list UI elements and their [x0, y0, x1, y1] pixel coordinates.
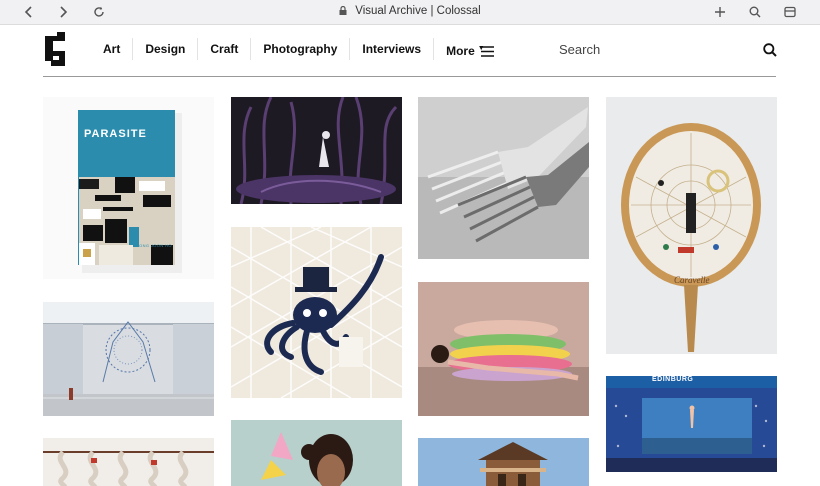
search-input[interactable]: Search	[559, 42, 600, 57]
gallery-image-knot-sculptures[interactable]	[43, 438, 214, 486]
gallery-image-glass-fork[interactable]	[418, 97, 589, 259]
gallery-image-purple-tentacles[interactable]	[231, 97, 402, 204]
browser-toolbar: Visual Archive | Colossal	[0, 0, 820, 25]
nav-design[interactable]: Design	[132, 38, 197, 60]
gallery-image-portrait-party-hat[interactable]	[231, 420, 402, 486]
gallery-image-paper-octopus[interactable]	[231, 227, 402, 398]
page-title: Visual Archive | Colossal	[0, 5, 820, 17]
nav-more-label: More	[446, 44, 475, 58]
nav-craft[interactable]: Craft	[197, 38, 250, 60]
gallery-image-embroidered-racket[interactable]: Caravelle	[606, 97, 777, 354]
nav-photography[interactable]: Photography	[250, 38, 349, 60]
browser-search-icon[interactable]	[746, 3, 764, 21]
site-header: Art Design Craft Photography Interviews …	[43, 24, 777, 77]
book-author: BONG JOON HO	[136, 243, 172, 248]
book-title: PARASITE	[84, 128, 147, 140]
new-tab-icon[interactable]	[711, 3, 729, 21]
gallery-image-fabric-layers[interactable]	[418, 282, 589, 416]
nav-interviews[interactable]: Interviews	[349, 38, 433, 60]
search-icon[interactable]	[763, 43, 777, 57]
main-menu: Art Design Craft Photography Interviews …	[95, 38, 497, 60]
sidebar-toggle-icon[interactable]	[781, 3, 799, 21]
hamburger-menu-icon[interactable]	[481, 44, 494, 57]
colossal-logo[interactable]	[43, 32, 69, 66]
banner-text: EDINBURG	[652, 376, 694, 383]
page-title-text: Visual Archive | Colossal	[355, 5, 481, 17]
nav-art[interactable]: Art	[95, 38, 132, 60]
gallery-image-parasite-book[interactable]: PARASITE BONG JOON HO	[43, 97, 214, 279]
gallery-image-wooden-house[interactable]	[418, 438, 589, 486]
lock-icon	[339, 5, 347, 15]
gallery-image-atrium-installation[interactable]	[43, 302, 214, 416]
racket-brand: Caravelle	[674, 275, 710, 285]
gallery-image-diver-stadium[interactable]: EDINBURG	[606, 376, 777, 472]
